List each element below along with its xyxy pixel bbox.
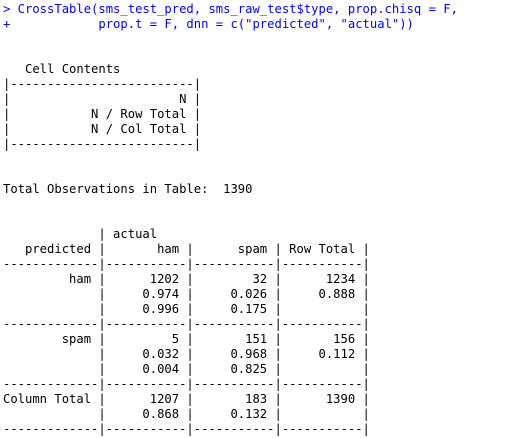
table-row-spam-row-prop: | 0.032 | 0.968 | 0.112 | — [3, 347, 370, 361]
r-console[interactable]: > CrossTable(sms_test_pred, sms_raw_test… — [0, 0, 505, 438]
table-row-spam-counts: spam | 5 | 151 | 156 | — [3, 332, 370, 346]
table-row-ham-counts: ham | 1202 | 32 | 1234 | — [3, 272, 370, 286]
command-line: > CrossTable(sms_test_pred, sms_raw_test… — [3, 2, 458, 16]
table-separator: -------------|-----------|-----------|--… — [3, 317, 370, 331]
table-separator: -------------|-----------|-----------|--… — [3, 422, 370, 436]
total-observations: Total Observations in Table: 1390 — [3, 182, 253, 196]
table-row-ham-row-prop: | 0.974 | 0.026 | 0.888 | — [3, 287, 370, 301]
table-header-columns: predicted | ham | spam | Row Total | — [3, 242, 370, 256]
cell-contents-n: | N | — [3, 92, 202, 106]
table-separator: -------------|-----------|-----------|--… — [3, 377, 370, 391]
table-row-column-total: Column Total | 1207 | 183 | 1390 | — [3, 392, 370, 406]
table-row-spam-col-prop: | 0.004 | 0.825 | | — [3, 362, 370, 376]
cell-contents-border-top: |-------------------------| — [3, 77, 202, 91]
table-row-column-total-prop: | 0.868 | 0.132 | | — [3, 407, 370, 421]
table-separator: -------------|-----------|-----------|--… — [3, 257, 370, 271]
table-row-ham-col-prop: | 0.996 | 0.175 | | — [3, 302, 370, 316]
cell-contents-col-total: | N / Col Total | — [3, 122, 202, 136]
cell-contents-title: Cell Contents — [3, 62, 121, 76]
table-header-actual: | actual — [3, 227, 158, 241]
cell-contents-border-bottom: |-------------------------| — [3, 137, 202, 151]
command-continuation-line: + prop.t = F, dnn = c("predicted", "actu… — [3, 17, 414, 31]
cell-contents-row-total: | N / Row Total | — [3, 107, 202, 121]
